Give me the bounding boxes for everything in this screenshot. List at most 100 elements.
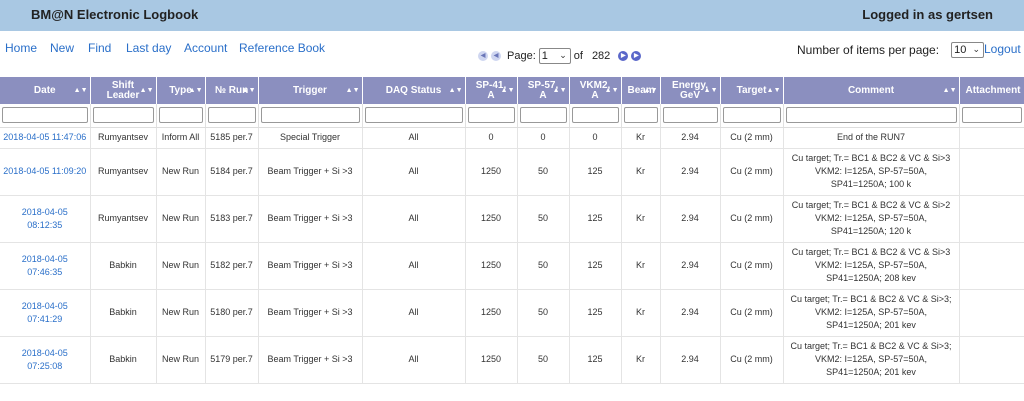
column-header-sp57[interactable]: SP-57, A ▲▼ (517, 77, 570, 104)
page-label: Page: (507, 50, 536, 62)
last-page-icon[interactable]: ▶ (631, 51, 642, 61)
nav-new-link[interactable]: New (50, 41, 74, 55)
sort-icon[interactable]: ▲▼ (644, 86, 658, 96)
sort-icon[interactable]: ▲▼ (704, 86, 718, 96)
sort-icon[interactable]: ▲▼ (553, 86, 567, 96)
daq-status-cell: All (362, 289, 466, 337)
column-header-comment[interactable]: Comment ▲▼ (783, 77, 960, 104)
column-header-trigger[interactable]: Trigger ▲▼ (258, 77, 363, 104)
sort-icon[interactable]: ▲▼ (242, 86, 256, 96)
vkm2-cell: 125 (569, 289, 622, 337)
energy-cell: 2.94 (660, 336, 721, 384)
nav-reference-book-link[interactable]: Reference Book (239, 41, 325, 55)
comment-cell: Cu target; Tr.= BC1 & BC2 & VC & Si>3 VK… (783, 148, 960, 196)
nav-home-link[interactable]: Home (5, 41, 37, 55)
nav-find-link[interactable]: Find (88, 41, 111, 55)
column-header-beam[interactable]: Beam ▲▼ (621, 77, 661, 104)
filter-vkm2-input[interactable] (571, 107, 619, 124)
column-header-daq-status[interactable]: DAQ Status ▲▼ (362, 77, 466, 104)
column-header-sp41[interactable]: SP-41, A ▲▼ (465, 77, 518, 104)
filter-beam-input[interactable] (623, 107, 658, 124)
filter-run-input[interactable] (207, 107, 256, 124)
sort-icon[interactable]: ▲▼ (605, 86, 619, 96)
shift-leader-cell: Babkin (90, 289, 157, 337)
column-header-energy[interactable]: Energy, GeV ▲▼ (660, 77, 721, 104)
filter-attachment-input[interactable] (961, 107, 1022, 124)
chevron-down-icon: ⌄ (972, 44, 981, 54)
trigger-cell: Beam Trigger + Si >3 (258, 289, 363, 337)
sort-icon[interactable]: ▲▼ (189, 86, 203, 96)
attachment-cell (959, 242, 1024, 290)
items-per-page-select[interactable]: 10 ⌄ (951, 42, 985, 58)
sp57-cell: 0 (517, 127, 570, 149)
sp57-cell: 50 (517, 242, 570, 290)
nav-account-link[interactable]: Account (184, 41, 227, 55)
sp41-cell: 1250 (465, 242, 518, 290)
table-row: 2018-04-05 07:46:35 Babkin New Run 5182 per… (0, 242, 1024, 290)
attachment-cell (959, 336, 1024, 384)
filter-trigger-input[interactable] (260, 107, 360, 124)
page-select[interactable]: 1 ⌄ (538, 48, 571, 64)
filter-comment-input[interactable] (785, 107, 957, 124)
trigger-cell: Beam Trigger + Si >3 (258, 148, 363, 196)
vkm2-cell: 125 (569, 336, 622, 384)
target-cell: Cu (2 mm) (720, 289, 784, 337)
next-page-icon[interactable]: ▶ (618, 51, 629, 61)
date-cell[interactable]: 2018-04-05 11:09:20 (0, 148, 91, 196)
date-cell[interactable]: 2018-04-05 07:46:35 (0, 242, 91, 290)
chevron-down-icon: ⌄ (559, 50, 567, 60)
comment-cell: Cu target; Tr.= BC1 & BC2 & VC & Si>3; V… (783, 336, 960, 384)
logout-link[interactable]: Logout (984, 42, 1021, 56)
filter-energy-input[interactable] (662, 107, 718, 124)
sort-icon[interactable]: ▲▼ (449, 86, 463, 96)
filter-shift-leader-input[interactable] (92, 107, 154, 124)
energy-cell: 2.94 (660, 195, 721, 243)
column-header-target[interactable]: Target ▲▼ (720, 77, 784, 104)
sort-icon[interactable]: ▲▼ (346, 86, 360, 96)
column-header-run[interactable]: № Run ▲▼ (205, 77, 259, 104)
shift-leader-cell: Rumyantsev (90, 148, 157, 196)
sp57-cell: 50 (517, 289, 570, 337)
run-cell: 5183 per.7 (205, 195, 259, 243)
sort-icon[interactable]: ▲▼ (140, 86, 154, 96)
table-row: 2018-04-05 07:25:08 Babkin New Run 5179 per… (0, 336, 1024, 384)
first-page-icon[interactable]: ◀ (478, 51, 488, 61)
target-cell: Cu (2 mm) (720, 148, 784, 196)
nav-last-day-link[interactable]: Last day (126, 41, 171, 55)
filter-sp41-input[interactable] (467, 107, 515, 124)
daq-status-cell: All (362, 148, 466, 196)
attachment-cell (959, 289, 1024, 337)
sort-icon[interactable]: ▲▼ (74, 86, 88, 96)
beam-cell: Kr (621, 127, 661, 149)
filter-type-input[interactable] (158, 107, 203, 124)
date-cell[interactable]: 2018-04-05 07:41:29 (0, 289, 91, 337)
sort-icon[interactable]: ▲▼ (501, 86, 515, 96)
sort-icon[interactable]: ▲▼ (767, 86, 781, 96)
prev-page-icon[interactable]: ◀ (491, 51, 501, 61)
trigger-cell: Special Trigger (258, 127, 363, 149)
vkm2-cell: 125 (569, 242, 622, 290)
date-cell[interactable]: 2018-04-05 11:47:06 (0, 127, 91, 149)
column-header-date[interactable]: Date ▲▼ (0, 77, 91, 104)
sp57-cell: 50 (517, 195, 570, 243)
column-header-attachment[interactable]: Attachment (959, 77, 1024, 104)
filter-sp57-input[interactable] (519, 107, 567, 124)
comment-cell: End of the RUN7 (783, 127, 960, 149)
filter-daq-status-input[interactable] (364, 107, 463, 124)
sp57-cell: 50 (517, 148, 570, 196)
attachment-cell (959, 127, 1024, 149)
target-cell: Cu (2 mm) (720, 127, 784, 149)
attachment-cell (959, 148, 1024, 196)
column-header-vkm2[interactable]: VKM2, A ▲▼ (569, 77, 622, 104)
beam-cell: Kr (621, 148, 661, 196)
filter-date-input[interactable] (2, 107, 88, 124)
sort-icon[interactable]: ▲▼ (943, 86, 957, 96)
column-header-type[interactable]: Type ▲▼ (156, 77, 206, 104)
column-header-shift-leader[interactable]: Shift Leader ▲▼ (90, 77, 157, 104)
date-cell[interactable]: 2018-04-05 08:12:35 (0, 195, 91, 243)
table-row: 2018-04-05 08:12:35 Rumyantsev New Run 5183… (0, 195, 1024, 243)
sp41-cell: 1250 (465, 195, 518, 243)
run-cell: 5180 per.7 (205, 289, 259, 337)
filter-target-input[interactable] (722, 107, 781, 124)
date-cell[interactable]: 2018-04-05 07:25:08 (0, 336, 91, 384)
